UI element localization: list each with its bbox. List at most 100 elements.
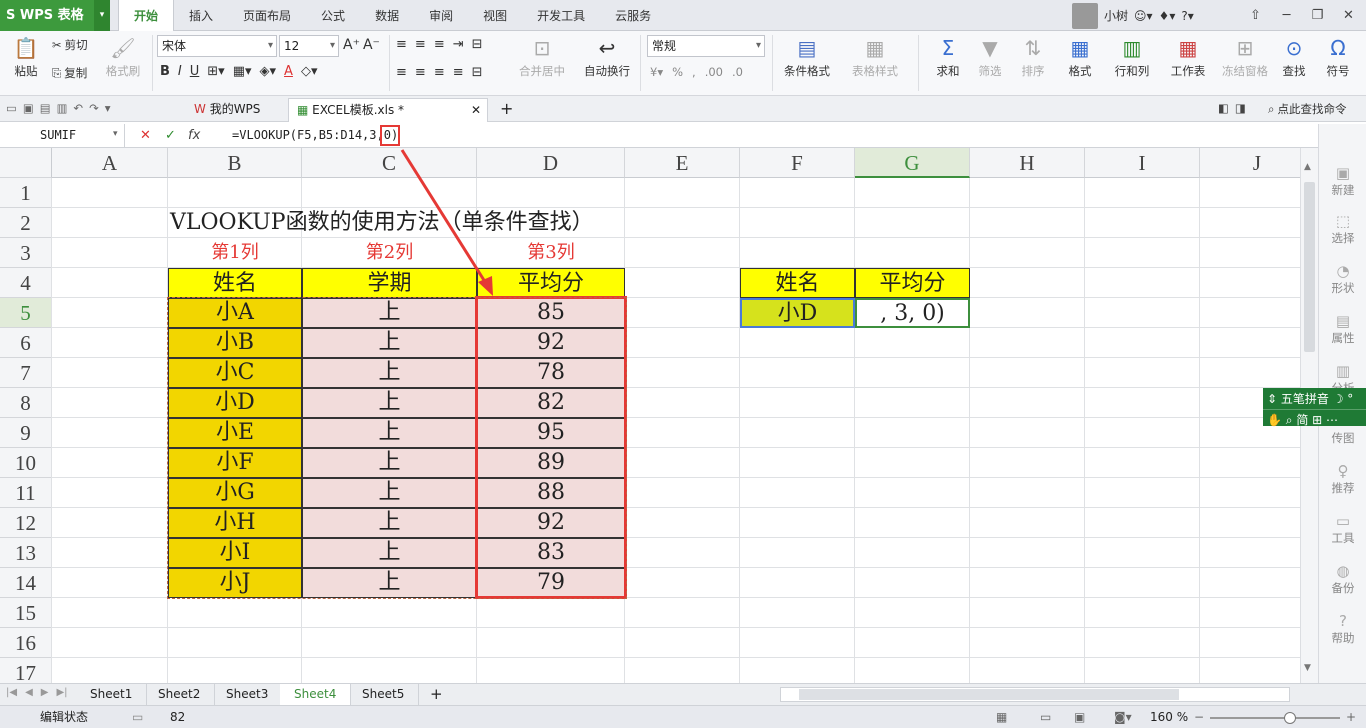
panel-backup[interactable]: ◍ 备份 (1319, 562, 1366, 596)
copy-button[interactable]: ⎘ 复制 (52, 65, 87, 81)
font-grow-shrink[interactable]: A⁺ A⁻ (343, 37, 380, 53)
select-all-corner[interactable] (0, 148, 52, 178)
col-header-e[interactable]: E (625, 148, 740, 178)
user-box[interactable]: 小树 ☺▾ ♦▾ ?▾ (1072, 0, 1194, 31)
help-icon[interactable]: ?▾ (1181, 9, 1193, 23)
find-button[interactable]: ⊙ 查找 (1274, 35, 1314, 79)
cut-button[interactable]: ✂ 剪切 (52, 37, 88, 53)
sort-button[interactable]: ⇅ 排序 (1013, 35, 1053, 79)
font-decrease-icon[interactable]: A⁻ (363, 37, 380, 53)
lookup-header-avg-cell[interactable]: 平均分 (855, 268, 970, 298)
row-header-8[interactable]: 8 (0, 388, 52, 418)
merge-center-button[interactable]: ⊡ 合并居中 (510, 35, 574, 79)
ime-hand-icon[interactable]: ✋ (1267, 413, 1286, 427)
tab-home[interactable]: 开始 (118, 0, 175, 32)
first-sheet-icon[interactable]: |◀ (6, 687, 17, 698)
row-header-6[interactable]: 6 (0, 328, 52, 358)
col-header-b[interactable]: B (168, 148, 302, 178)
row-header-5[interactable]: 5 (0, 298, 52, 328)
tab-developer[interactable]: 开发工具 (522, 0, 600, 31)
print-icon[interactable]: ▥ (57, 101, 68, 115)
col-header-i[interactable]: I (1085, 148, 1200, 178)
ime-grid-icon[interactable]: ⊞ ⋯ (1308, 413, 1338, 427)
tab-insert[interactable]: 插入 (174, 0, 228, 31)
fill-grid-icon[interactable]: ▦▾ (233, 64, 252, 79)
align-bottom-icon[interactable]: ≡ (434, 37, 445, 52)
zoom-slider[interactable] (1210, 717, 1340, 719)
command-search[interactable]: ⌕ 点此查找命令 (1268, 101, 1346, 117)
row-header-7[interactable]: 7 (0, 358, 52, 388)
scroll-down-icon[interactable]: ▼ (1304, 663, 1311, 673)
ime-arrows-icon[interactable]: ⇕ (1267, 392, 1281, 406)
view-page-icon[interactable]: ▭ (1040, 706, 1051, 728)
row-header-2[interactable]: 2 (0, 208, 52, 238)
row-header-16[interactable]: 16 (0, 628, 52, 658)
row-header-14[interactable]: 14 (0, 568, 52, 598)
tab-review[interactable]: 审阅 (414, 0, 468, 31)
align-middle-icon[interactable]: ≡ (415, 37, 426, 52)
logo-dropdown-icon[interactable]: ▾ (94, 0, 110, 31)
ime-toolbar[interactable]: ⇕ 五笔拼音 ☽ ° ✋ ⌕ 简 ⊞ ⋯ (1263, 388, 1366, 427)
bold-button[interactable]: B (160, 64, 170, 79)
tab-view[interactable]: 视图 (468, 0, 522, 31)
filter-button[interactable]: ▼ 筛选 (970, 35, 1010, 79)
sheet-tab-2[interactable]: Sheet2 (144, 684, 216, 706)
scroll-up-icon[interactable]: ▲ (1304, 162, 1311, 172)
sheet-tab-3[interactable]: Sheet3 (212, 684, 284, 706)
panel-tools[interactable]: ▭ 工具 (1319, 512, 1366, 546)
header-name-cell[interactable]: 姓名 (168, 268, 302, 298)
zoom-slider-handle[interactable] (1284, 712, 1296, 724)
distributed-icon[interactable]: ⊟ (472, 65, 483, 80)
col-header-a[interactable]: A (52, 148, 168, 178)
col-header-j[interactable]: J (1200, 148, 1300, 178)
row-header-15[interactable]: 15 (0, 598, 52, 628)
row-header-11[interactable]: 11 (0, 478, 52, 508)
clear-icon[interactable]: ◇▾ (301, 64, 318, 79)
shirt-icon[interactable]: ♦▾ (1159, 9, 1176, 23)
spreadsheet-grid[interactable]: A B C D E F G H I J 1 2 3 4 5 6 7 8 9 10 11 12 13 14 1… (0, 148, 1300, 683)
panel-properties[interactable]: ▤ 属性 (1319, 312, 1366, 346)
decrease-decimal-icon[interactable]: .0 (732, 65, 743, 79)
lookup-result-cell[interactable]: , 3, 0) (855, 298, 970, 328)
header-term-cell[interactable]: 学期 (302, 268, 477, 298)
panel-new[interactable]: ▣ 新建 (1319, 164, 1366, 198)
sum-button[interactable]: Σ 求和 (928, 35, 968, 79)
fx-button[interactable]: fx (188, 124, 200, 147)
row-header-13[interactable]: 13 (0, 538, 52, 568)
save-icon[interactable]: ▣ (23, 101, 34, 115)
doc-tool2-icon[interactable]: ◨ (1235, 101, 1246, 115)
table-style-button[interactable]: ▦ 表格样式 (842, 35, 908, 79)
font-color-icon[interactable]: A (284, 64, 293, 79)
align-left-icon[interactable]: ≡ (396, 65, 407, 80)
new-tab-button[interactable]: + (492, 98, 521, 122)
tab-cloud[interactable]: 云服务 (600, 0, 666, 31)
tab-data[interactable]: 数据 (360, 0, 414, 31)
name-box-dropdown-icon[interactable]: ▾ (113, 129, 118, 139)
align-right-icon[interactable]: ≡ (434, 65, 445, 80)
number-format-select[interactable]: 常规 (647, 35, 765, 57)
scroll-thumb[interactable] (1304, 182, 1315, 352)
rows-cols-button[interactable]: ▥ 行和列 (1106, 35, 1158, 79)
format-painter-button[interactable]: 🖌 格式刷 (100, 35, 146, 79)
lookup-name-cell[interactable]: 小D (740, 298, 855, 328)
align-top-icon[interactable]: ≡ (396, 37, 407, 52)
row-header-3[interactable]: 3 (0, 238, 52, 268)
restore-button[interactable]: ❐ (1302, 0, 1333, 31)
minimize-button[interactable]: ─ (1271, 0, 1302, 31)
folder-icon[interactable]: ▭ (6, 101, 17, 115)
symbol-button[interactable]: Ω 符号 (1318, 35, 1358, 79)
col-header-c[interactable]: C (302, 148, 477, 178)
h-scroll-thumb[interactable] (799, 689, 1179, 700)
indent-icon[interactable]: ⇥ (453, 37, 464, 52)
skin-icon[interactable]: ☺▾ (1134, 9, 1153, 23)
sheet-tab-4[interactable]: Sheet4 (280, 684, 352, 706)
upload-icon[interactable]: ⇧ (1240, 0, 1271, 31)
header-avg-cell[interactable]: 平均分 (477, 268, 625, 298)
font-size-select[interactable]: 12 (279, 35, 339, 57)
zoom-level[interactable]: 160 % (1150, 706, 1188, 728)
tab-my-wps[interactable]: W 我的WPS (186, 98, 268, 122)
eye-protect-icon[interactable]: ◙▾ (1114, 706, 1132, 728)
col-header-g[interactable]: G (855, 148, 970, 178)
row-header-12[interactable]: 12 (0, 508, 52, 538)
zoom-out-icon[interactable]: − (1194, 706, 1204, 728)
